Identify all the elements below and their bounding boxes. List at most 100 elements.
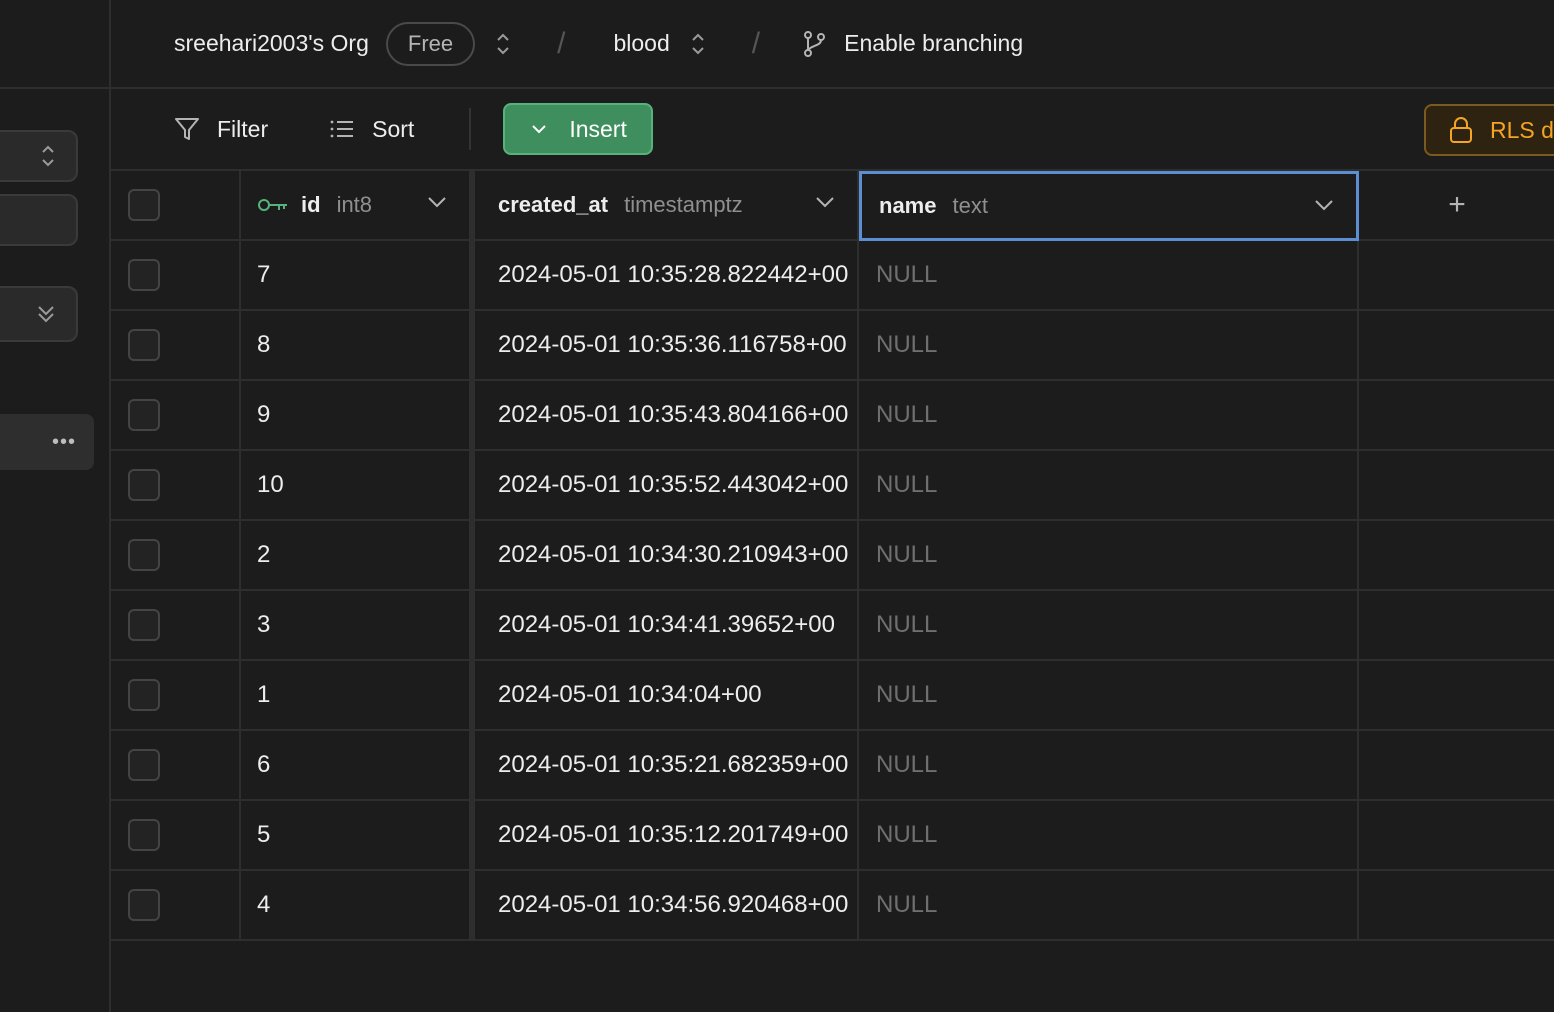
- cell-created-at[interactable]: 2024-05-01 10:34:41.39652+00: [481, 591, 859, 659]
- row-checkbox[interactable]: [128, 259, 160, 291]
- cell-created-at[interactable]: 2024-05-01 10:35:36.116758+00: [481, 311, 859, 379]
- cell-name[interactable]: NULL: [859, 801, 1359, 869]
- cell-value: NULL: [876, 401, 938, 428]
- row-checkbox[interactable]: [128, 819, 160, 851]
- rls-disabled-button[interactable]: RLS d: [1424, 104, 1554, 156]
- table-row[interactable]: 2 2024-05-01 10:34:30.210943+00 NULL: [111, 521, 1554, 591]
- cell-name[interactable]: NULL: [859, 451, 1359, 519]
- cell-value: 4: [257, 891, 271, 918]
- cell-name[interactable]: NULL: [859, 241, 1359, 309]
- row-select-cell: [111, 801, 241, 869]
- sidebar: •••: [0, 0, 111, 1012]
- cell-value: 2024-05-01 10:35:36.116758+00: [498, 331, 847, 358]
- cell-value: NULL: [876, 471, 938, 498]
- chevron-up-down-icon: [42, 145, 54, 167]
- filter-icon: [175, 118, 199, 140]
- cell-value: 1: [257, 681, 271, 708]
- cell-id[interactable]: 5: [241, 801, 475, 869]
- cell-created-at[interactable]: 2024-05-01 10:35:43.804166+00: [481, 381, 859, 449]
- cell-id[interactable]: 4: [241, 871, 475, 939]
- table-row[interactable]: 5 2024-05-01 10:35:12.201749+00 NULL: [111, 801, 1554, 871]
- filter-button[interactable]: Filter: [173, 115, 268, 143]
- project-name[interactable]: blood: [613, 30, 669, 57]
- cell-name[interactable]: NULL: [859, 731, 1359, 799]
- table-row[interactable]: 7 2024-05-01 10:35:28.822442+00 NULL: [111, 241, 1554, 311]
- cell-name[interactable]: NULL: [859, 591, 1359, 659]
- cell-name[interactable]: NULL: [859, 871, 1359, 939]
- row-checkbox[interactable]: [128, 539, 160, 571]
- cell-id[interactable]: 6: [241, 731, 475, 799]
- table-row[interactable]: 6 2024-05-01 10:35:21.682359+00 NULL: [111, 731, 1554, 801]
- org-name[interactable]: sreehari2003's Org: [174, 30, 369, 57]
- sidebar-header: [0, 0, 110, 89]
- chevron-down-icon[interactable]: [1314, 198, 1334, 212]
- cell-empty: [1359, 381, 1554, 449]
- cell-id[interactable]: 2: [241, 521, 475, 589]
- cell-id[interactable]: 3: [241, 591, 475, 659]
- cell-name[interactable]: NULL: [859, 521, 1359, 589]
- cell-id[interactable]: 9: [241, 381, 475, 449]
- cell-value: NULL: [876, 891, 938, 918]
- row-checkbox[interactable]: [128, 679, 160, 711]
- chevron-down-icon[interactable]: [815, 195, 835, 209]
- row-checkbox[interactable]: [128, 329, 160, 361]
- table-row[interactable]: 4 2024-05-01 10:34:56.920468+00 NULL: [111, 871, 1554, 941]
- enable-branching-button[interactable]: Enable branching: [844, 30, 1023, 57]
- add-column-button[interactable]: +: [1359, 171, 1554, 239]
- column-type: timestamptz: [624, 192, 743, 217]
- cell-value: 2024-05-01 10:35:43.804166+00: [498, 401, 849, 428]
- cell-id[interactable]: 7: [241, 241, 475, 309]
- new-table-button[interactable]: [0, 194, 78, 246]
- list-icon: [330, 120, 354, 138]
- cell-created-at[interactable]: 2024-05-01 10:35:52.443042+00: [481, 451, 859, 519]
- table-row[interactable]: 10 2024-05-01 10:35:52.443042+00 NULL: [111, 451, 1554, 521]
- cell-id[interactable]: 1: [241, 661, 475, 729]
- breadcrumb-separator: /: [557, 26, 566, 60]
- column-header-id[interactable]: id int8: [241, 171, 475, 239]
- cell-id[interactable]: 8: [241, 311, 475, 379]
- cell-id[interactable]: 10: [241, 451, 475, 519]
- column-header-name[interactable]: name text: [859, 171, 1359, 241]
- row-checkbox[interactable]: [128, 749, 160, 781]
- insert-button[interactable]: Insert: [503, 103, 654, 155]
- cell-name[interactable]: NULL: [859, 311, 1359, 379]
- git-branch-icon: [804, 30, 826, 57]
- cell-created-at[interactable]: 2024-05-01 10:34:30.210943+00: [481, 521, 859, 589]
- row-checkbox[interactable]: [128, 399, 160, 431]
- row-checkbox[interactable]: [128, 609, 160, 641]
- grid-header-row: id int8 created_at timestamptz name text…: [111, 171, 1554, 241]
- row-checkbox[interactable]: [128, 889, 160, 921]
- chevron-down-icon[interactable]: [427, 195, 447, 209]
- top-header: sreehari2003's Org Free / blood / Enable…: [111, 0, 1554, 89]
- more-options-icon[interactable]: •••: [52, 431, 76, 454]
- cell-value: 9: [257, 401, 271, 428]
- sidebar-item-active-table[interactable]: •••: [0, 414, 94, 470]
- sort-button[interactable]: Sort: [328, 115, 414, 143]
- cell-created-at[interactable]: 2024-05-01 10:34:04+00: [481, 661, 859, 729]
- table-row[interactable]: 3 2024-05-01 10:34:41.39652+00 NULL: [111, 591, 1554, 661]
- row-checkbox[interactable]: [128, 469, 160, 501]
- grid-body: 7 2024-05-01 10:35:28.822442+00 NULL 8 2024-…: [111, 241, 1554, 941]
- column-type: text: [952, 193, 988, 218]
- cell-value: NULL: [876, 611, 938, 638]
- select-all-checkbox[interactable]: [128, 189, 160, 221]
- cell-created-at[interactable]: 2024-05-01 10:34:56.920468+00: [481, 871, 859, 939]
- schema-selector[interactable]: [0, 130, 78, 182]
- table-row[interactable]: 8 2024-05-01 10:35:36.116758+00 NULL: [111, 311, 1554, 381]
- cell-value: 2024-05-01 10:35:12.201749+00: [498, 821, 849, 848]
- cell-created-at[interactable]: 2024-05-01 10:35:12.201749+00: [481, 801, 859, 869]
- row-select-cell: [111, 311, 241, 379]
- cell-empty: [1359, 731, 1554, 799]
- table-search-toggle[interactable]: [0, 286, 78, 342]
- cell-created-at[interactable]: 2024-05-01 10:35:21.682359+00: [481, 731, 859, 799]
- cell-name[interactable]: NULL: [859, 661, 1359, 729]
- project-switcher-icon[interactable]: [688, 29, 708, 59]
- cell-name[interactable]: NULL: [859, 381, 1359, 449]
- cell-created-at[interactable]: 2024-05-01 10:35:28.822442+00: [481, 241, 859, 309]
- org-switcher-icon[interactable]: [493, 29, 513, 59]
- table-row[interactable]: 9 2024-05-01 10:35:43.804166+00 NULL: [111, 381, 1554, 451]
- row-select-cell: [111, 661, 241, 729]
- column-name: id: [301, 192, 321, 217]
- column-header-created-at[interactable]: created_at timestamptz: [481, 171, 859, 239]
- table-row[interactable]: 1 2024-05-01 10:34:04+00 NULL: [111, 661, 1554, 731]
